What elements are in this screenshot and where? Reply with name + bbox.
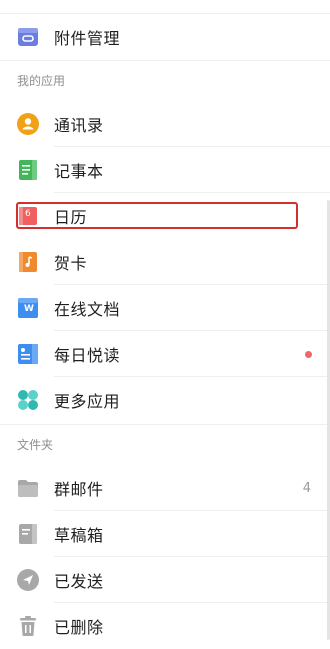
sidebar-item-online-docs[interactable]: W 在线文档	[0, 285, 330, 331]
sidebar-item-label: 草稿箱	[54, 526, 104, 545]
sidebar-item-notes[interactable]: 记事本	[0, 147, 330, 193]
sidebar-item-group-mail[interactable]: 群邮件 4	[0, 465, 330, 511]
attachment-icon	[17, 26, 39, 48]
sidebar-item-cards[interactable]: 贺卡	[0, 239, 330, 285]
notepad-icon	[17, 159, 39, 181]
sidebar-item-label: 在线文档	[54, 300, 121, 319]
sidebar-item-label: 更多应用	[54, 392, 121, 411]
send-icon	[17, 569, 39, 591]
sidebar-item-label: 已删除	[54, 618, 104, 637]
sidebar-item-contacts[interactable]: 通讯录	[0, 101, 330, 147]
sidebar-item-label: 附件管理	[54, 29, 121, 48]
drafts-icon	[17, 523, 39, 545]
section-my-apps: 我的应用	[0, 60, 330, 100]
sidebar-item-label: 记事本	[54, 162, 104, 181]
sidebar-item-daily-read[interactable]: 每日悦读	[0, 331, 330, 377]
section-divider	[0, 60, 330, 61]
section-folders: 文件夹	[0, 424, 330, 464]
sidebar-item-label: 贺卡	[54, 254, 88, 273]
doc-letter: W	[24, 304, 34, 314]
sidebar-item-drafts[interactable]: 草稿箱	[0, 511, 330, 557]
sidebar-item-label: 通讯录	[54, 116, 104, 135]
section-title: 文件夹	[17, 438, 54, 452]
sidebar-item-label: 已发送	[54, 572, 104, 591]
selection-highlight	[16, 202, 298, 229]
sidebar-item-label: 群邮件	[54, 480, 104, 499]
reading-icon	[17, 343, 39, 365]
unread-dot	[305, 350, 312, 358]
sidebar-item-more-apps[interactable]: 更多应用	[0, 377, 330, 423]
sidebar-item-attachments[interactable]: 附件管理	[0, 14, 330, 60]
folder-icon	[17, 477, 39, 499]
music-card-icon	[17, 251, 39, 273]
more-apps-icon	[17, 389, 39, 411]
sidebar-item-label: 每日悦读	[54, 346, 121, 365]
mail-app-sidebar: 附件管理 我的应用 通讯录 记事本 6 日历 贺卡 W 在线文档 每日悦读 更多…	[0, 0, 330, 649]
trash-icon	[17, 615, 39, 637]
contacts-icon	[17, 113, 39, 135]
sidebar-item-sent[interactable]: 已发送	[0, 557, 330, 603]
section-title: 我的应用	[17, 74, 66, 88]
section-divider	[0, 424, 330, 425]
unread-count: 4	[302, 480, 311, 496]
sidebar-item-deleted[interactable]: 已删除	[0, 603, 330, 649]
word-doc-icon: W	[17, 297, 39, 319]
